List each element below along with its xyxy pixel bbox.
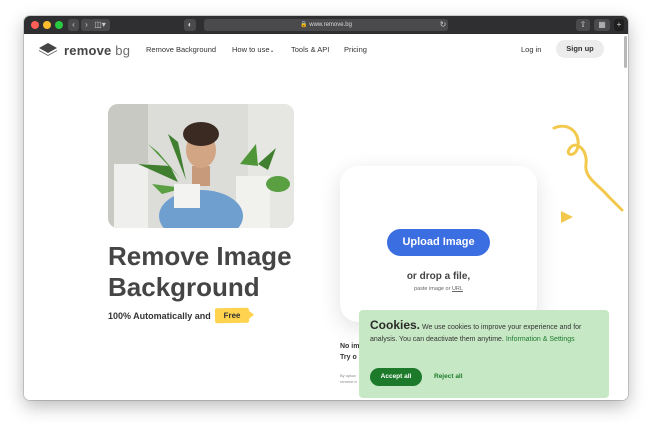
reload-icon[interactable]: ↻ [438, 19, 448, 31]
hero-title: Remove Image Background [108, 241, 292, 303]
cookie-text: Cookies. We use cookies to improve your … [370, 319, 602, 346]
tab-overview-button[interactable]: ▦ [594, 19, 610, 31]
upload-image-button[interactable]: Upload Image [387, 229, 490, 256]
free-badge: Free [214, 307, 250, 324]
new-tab-button[interactable]: + [614, 19, 624, 31]
login-link[interactable]: Log in [521, 45, 541, 54]
page-scrollbar[interactable] [624, 36, 627, 68]
share-button[interactable]: ⇧ [576, 19, 590, 31]
nav-how-to-use[interactable]: How to use⌄ [232, 45, 275, 54]
fine-print-line2: remove.b [340, 379, 357, 384]
cookie-title: Cookies. [370, 318, 421, 332]
triangle-decoration-icon [561, 211, 573, 223]
back-button[interactable]: ‹ [68, 19, 79, 31]
webpage: remove bg Remove Background How to use⌄ … [24, 34, 628, 400]
paste-url-text: paste image or URL [340, 286, 537, 292]
nav-tools-api[interactable]: Tools & API [291, 45, 329, 54]
nav-how-to-use-label: How to use [232, 45, 270, 54]
maximize-window-button[interactable] [55, 21, 63, 29]
signup-button[interactable]: Sign up [556, 40, 604, 58]
drop-file-text: or drop a file, [406, 271, 471, 282]
lock-icon: 🔒 [300, 22, 308, 28]
close-window-button[interactable] [31, 21, 39, 29]
browser-titlebar: ‹ › ◫▾ ◐ 🔒 www.remove.bg ↻ ⇧ ▦ + [24, 16, 628, 34]
hero-photo [108, 104, 294, 228]
logo-suffix-text: bg [115, 43, 131, 58]
reject-all-button[interactable]: Reject all [434, 368, 463, 386]
cookie-banner: Cookies. We use cookies to improve your … [359, 310, 609, 398]
no-image-prompt: No im Try o [340, 341, 359, 363]
chevron-down-icon: ⌄ [269, 48, 275, 54]
logo[interactable]: remove bg [64, 43, 130, 58]
no-image-line1: No im [340, 343, 360, 350]
nav-remove-background[interactable]: Remove Background [146, 45, 216, 54]
remove-bg-logo-icon[interactable] [38, 42, 58, 56]
logo-main-text: remove [64, 43, 112, 58]
minimize-window-button[interactable] [43, 21, 51, 29]
nav-pricing[interactable]: Pricing [344, 45, 367, 54]
upload-card[interactable]: Upload Image or drop a file, paste image… [340, 166, 537, 322]
cookie-info-settings-link[interactable]: Information & Settings [506, 336, 575, 343]
hero-subtitle: 100% Automatically and [108, 311, 211, 321]
address-bar[interactable]: 🔒 www.remove.bg [204, 19, 448, 31]
address-bar-url: www.remove.bg [309, 22, 352, 28]
browser-window: ‹ › ◫▾ ◐ 🔒 www.remove.bg ↻ ⇧ ▦ + remove … [24, 16, 628, 400]
hero-title-line2: Background [108, 272, 260, 302]
accept-all-button[interactable]: Accept all [370, 368, 422, 386]
url-link[interactable]: URL [452, 286, 463, 292]
squiggle-decoration-icon [552, 124, 624, 212]
man-holding-plant-image [108, 104, 294, 228]
sidebar-toggle-button[interactable]: ◫▾ [90, 19, 110, 31]
fine-print: By uploa remove.b [340, 373, 357, 385]
top-nav: remove bg Remove Background How to use⌄ … [24, 34, 628, 64]
paste-prefix: paste image or [414, 286, 451, 292]
privacy-shield-icon[interactable]: ◐ [184, 19, 196, 31]
hero-title-line1: Remove Image [108, 241, 292, 271]
no-image-line2: Try o [340, 354, 357, 361]
